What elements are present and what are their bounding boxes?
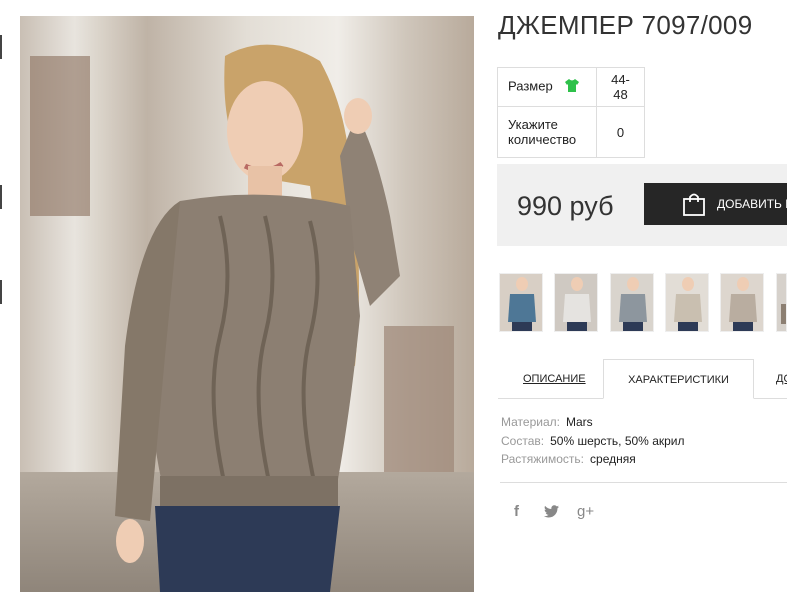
thumbnail[interactable] bbox=[554, 273, 598, 332]
add-to-cart-label: ДОБАВИТЬ В bbox=[717, 197, 787, 211]
google-plus-icon[interactable]: g+ bbox=[577, 503, 594, 520]
edge-mark bbox=[0, 185, 2, 209]
char-key: Материал: bbox=[501, 415, 560, 429]
product-params-table: Размер 44-48 Укажите количество 0 bbox=[497, 67, 645, 158]
product-main-image[interactable] bbox=[20, 16, 474, 592]
char-value: Mars bbox=[565, 415, 593, 429]
tab-more[interactable]: ДО bbox=[776, 359, 787, 399]
page-left-edge bbox=[0, 0, 20, 592]
char-value: средняя bbox=[590, 452, 636, 466]
char-key: Растяжимость: bbox=[501, 452, 585, 466]
char-row-material: Материал: Mars bbox=[501, 415, 593, 429]
char-key: Состав: bbox=[501, 434, 545, 448]
social-divider bbox=[500, 482, 787, 483]
thumbnail[interactable] bbox=[776, 273, 787, 332]
size-value[interactable]: 44-48 bbox=[596, 67, 645, 107]
shopping-bag-icon bbox=[682, 191, 706, 220]
twitter-icon[interactable] bbox=[544, 505, 559, 522]
quantity-label-line2: количество bbox=[508, 132, 577, 147]
price-value: 990 руб bbox=[517, 191, 614, 221]
tshirt-icon[interactable] bbox=[564, 78, 580, 96]
facebook-icon[interactable]: f bbox=[514, 503, 519, 520]
thumbnail[interactable] bbox=[610, 273, 654, 332]
quantity-input[interactable]: 0 bbox=[596, 106, 645, 158]
char-row-composition: Состав: 50% шерсть, 50% акрил bbox=[501, 434, 685, 448]
thumbnail[interactable] bbox=[665, 273, 709, 332]
tab-description[interactable]: ОПИСАНИЕ bbox=[523, 359, 586, 399]
size-cell: Размер bbox=[497, 67, 597, 107]
tab-characteristics[interactable]: ХАРАКТЕРИСТИКИ bbox=[603, 359, 754, 399]
thumbnail[interactable] bbox=[720, 273, 764, 332]
size-label: Размер bbox=[508, 78, 553, 94]
model-figure bbox=[115, 44, 400, 592]
char-row-stretch: Растяжимость: средняя bbox=[501, 452, 636, 466]
quantity-label-line1: Укажите bbox=[508, 117, 558, 132]
edge-mark bbox=[0, 35, 2, 59]
price-box: 990 руб ДОБАВИТЬ В bbox=[497, 164, 787, 246]
edge-mark bbox=[0, 280, 2, 304]
product-title: ДЖЕМПЕР 7097/009 bbox=[498, 10, 753, 40]
add-to-cart-button[interactable]: ДОБАВИТЬ В bbox=[644, 183, 787, 225]
thumbnail[interactable] bbox=[499, 273, 543, 332]
char-value: 50% шерсть, 50% акрил bbox=[550, 434, 685, 448]
quantity-label-cell: Укажите количество bbox=[497, 106, 597, 158]
